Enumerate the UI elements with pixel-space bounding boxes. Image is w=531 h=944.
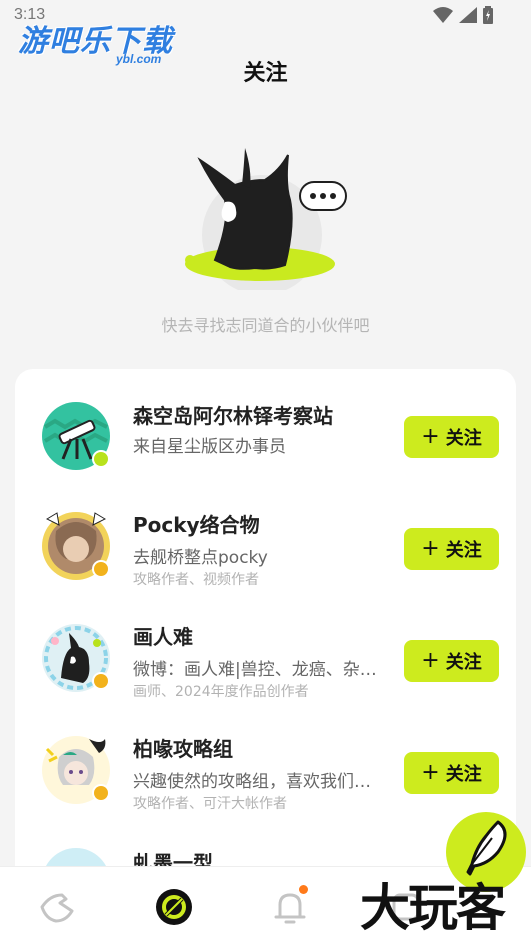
list-item[interactable]: 森空岛阿尔林铎考察站 来自星尘版区办事员 + 关注 bbox=[15, 369, 516, 473]
user-tags: 攻略作者、可汗大帐作者 bbox=[133, 796, 287, 812]
user-desc: 去舰桥整点pocky bbox=[133, 548, 268, 568]
nav-notifications[interactable] bbox=[268, 885, 312, 929]
user-tags: 攻略作者、视频作者 bbox=[133, 572, 259, 588]
plus-icon: + bbox=[421, 536, 440, 561]
nav-follow[interactable] bbox=[152, 885, 196, 929]
list-item[interactable]: 画人难 微博：画人难|兽控、龙癌、杂… 画师、2024年度作品创作者 + 关注 bbox=[15, 593, 516, 700]
follow-label: 关注 bbox=[445, 652, 482, 673]
nav-home[interactable] bbox=[36, 885, 80, 929]
recommendation-card: 森空岛阿尔林铎考察站 来自星尘版区办事员 + 关注 Pocky络合物 去舰桥整点… bbox=[15, 369, 516, 889]
signal-icon bbox=[459, 7, 477, 23]
user-tags: 画师、2024年度作品创作者 bbox=[133, 684, 309, 700]
list-item[interactable]: Pocky络合物 去舰桥整点pocky 攻略作者、视频作者 + 关注 bbox=[15, 481, 516, 588]
user-desc: 兴趣使然的攻略组，喜欢我们… bbox=[133, 772, 371, 792]
plus-icon: + bbox=[421, 760, 440, 785]
follow-button[interactable]: + 关注 bbox=[404, 416, 499, 458]
notification-dot bbox=[299, 885, 308, 894]
user-desc: 来自星尘版区办事员 bbox=[133, 437, 286, 457]
avatar[interactable] bbox=[41, 623, 111, 693]
plus-icon: + bbox=[421, 648, 440, 673]
page-title: 关注 bbox=[243, 61, 288, 86]
avatar[interactable] bbox=[41, 847, 111, 867]
follow-button[interactable]: + 关注 bbox=[404, 640, 499, 682]
wifi-icon bbox=[433, 7, 453, 23]
list-item[interactable]: 柏喙攻略组 兴趣使然的攻略组，喜欢我们… 攻略作者、可汗大帐作者 + 关注 bbox=[15, 705, 516, 812]
watermark-bottom: 大玩客 bbox=[360, 879, 506, 937]
plus-icon: + bbox=[421, 424, 440, 449]
user-name[interactable]: 森空岛阿尔林铎考察站 bbox=[133, 400, 333, 429]
follow-label: 关注 bbox=[445, 428, 482, 449]
user-name[interactable]: 柏喙攻略组 bbox=[133, 733, 233, 762]
avatar[interactable] bbox=[41, 401, 111, 471]
user-name[interactable]: 画人难 bbox=[133, 621, 193, 650]
battery-icon bbox=[483, 6, 493, 24]
watermark-text: 游吧乐下载 bbox=[18, 24, 173, 59]
avatar[interactable] bbox=[41, 735, 111, 805]
follow-label: 关注 bbox=[445, 764, 482, 785]
user-desc: 微博：画人难|兽控、龙癌、杂… bbox=[133, 660, 377, 680]
follow-icon bbox=[156, 889, 192, 925]
follow-button[interactable]: + 关注 bbox=[404, 752, 499, 794]
empty-state-text: 快去寻找志同道合的小伙伴吧 bbox=[161, 316, 370, 335]
avatar[interactable] bbox=[41, 511, 111, 581]
follow-button[interactable]: + 关注 bbox=[404, 528, 499, 570]
user-name[interactable]: 虬墨一型 bbox=[133, 847, 213, 867]
status-icons bbox=[433, 6, 493, 24]
empty-state-illustration bbox=[185, 148, 347, 290]
home-icon bbox=[40, 893, 74, 923]
follow-label: 关注 bbox=[445, 540, 482, 561]
list-item[interactable]: 虬墨一型 bbox=[15, 817, 516, 867]
user-name[interactable]: Pocky络合物 bbox=[133, 509, 260, 538]
